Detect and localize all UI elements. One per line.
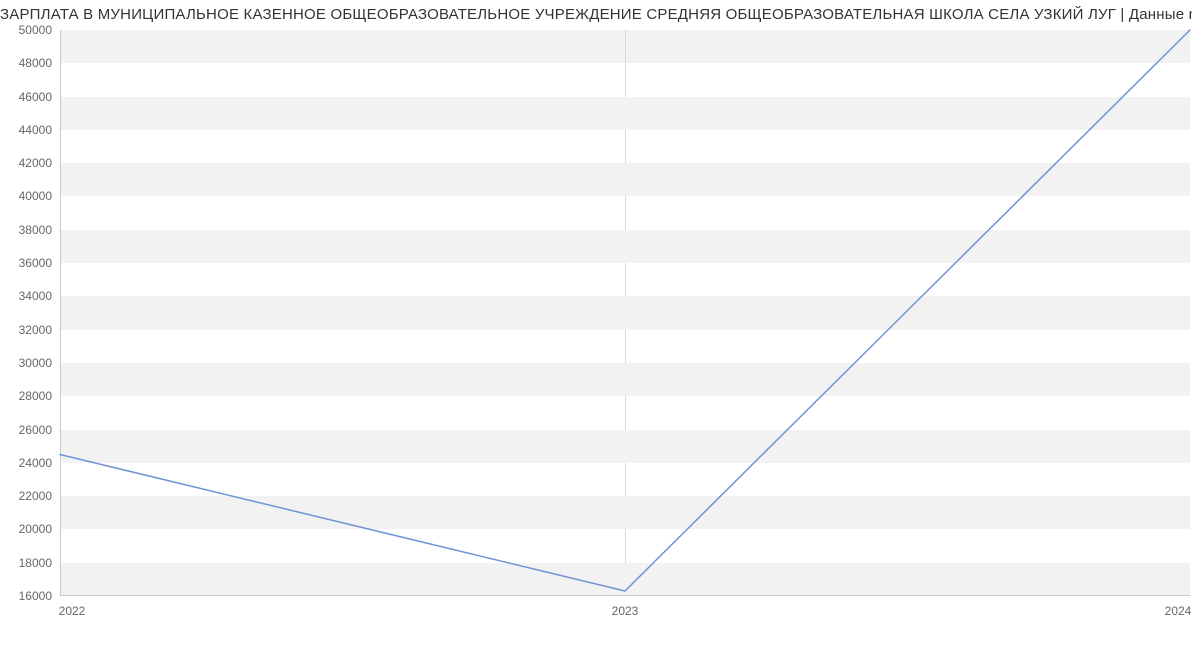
y-tick-label: 26000 — [19, 423, 60, 437]
y-tick-label: 22000 — [19, 489, 60, 503]
chart-title: ЗАРПЛАТА В МУНИЦИПАЛЬНОЕ КАЗЕННОЕ ОБЩЕОБ… — [0, 6, 1192, 23]
y-tick-label: 46000 — [19, 90, 60, 104]
y-tick-label: 24000 — [19, 456, 60, 470]
y-tick-label: 34000 — [19, 289, 60, 303]
y-tick-label: 28000 — [19, 389, 60, 403]
plot-area: 1600018000200002200024000260002800030000… — [60, 30, 1190, 596]
x-tick-label: 2022 — [59, 596, 86, 618]
y-tick-label: 42000 — [19, 156, 60, 170]
y-tick-label: 36000 — [19, 256, 60, 270]
line-chart: ЗАРПЛАТА В МУНИЦИПАЛЬНОЕ КАЗЕННОЕ ОБЩЕОБ… — [0, 0, 1200, 650]
y-tick-label: 20000 — [19, 522, 60, 536]
y-tick-label: 48000 — [19, 56, 60, 70]
y-tick-label: 16000 — [19, 589, 60, 603]
y-tick-label: 38000 — [19, 223, 60, 237]
y-tick-label: 18000 — [19, 556, 60, 570]
x-tick-label: 2023 — [612, 596, 639, 618]
y-tick-label: 30000 — [19, 356, 60, 370]
y-tick-label: 32000 — [19, 323, 60, 337]
series-line — [60, 30, 1190, 591]
x-tick-label: 2024 — [1165, 596, 1192, 618]
y-tick-label: 44000 — [19, 123, 60, 137]
y-tick-label: 40000 — [19, 189, 60, 203]
data-line — [60, 30, 1190, 596]
y-tick-label: 50000 — [19, 23, 60, 37]
